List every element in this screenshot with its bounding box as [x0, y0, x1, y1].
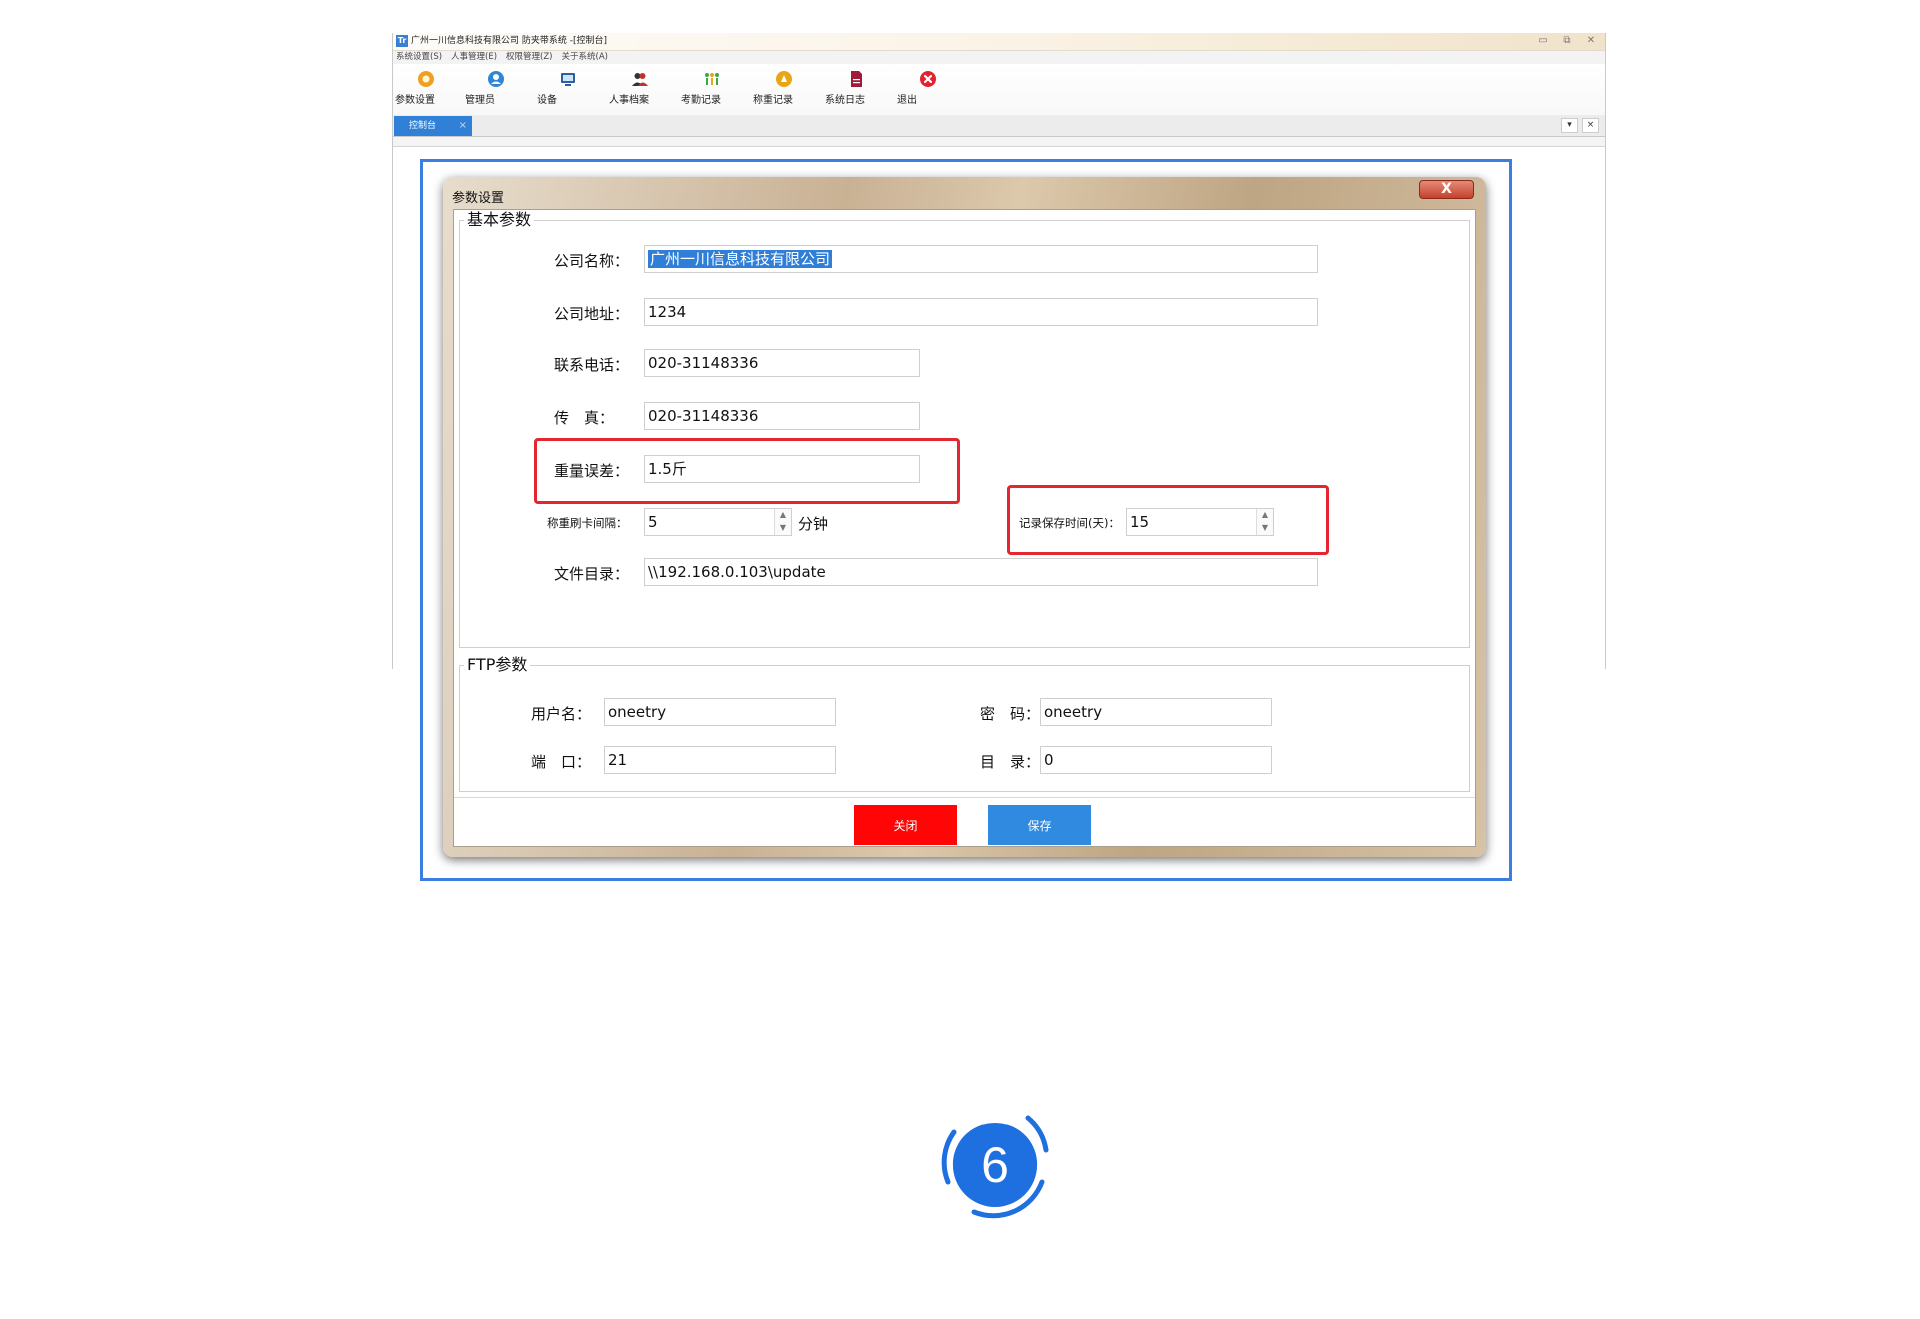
window-controls: ▭ ⧉ ✕	[1535, 34, 1599, 48]
personnel-icon	[632, 73, 648, 86]
record-keep-label: 记录保存时间(天)：	[1019, 516, 1120, 530]
close-button[interactable]: 关闭	[854, 805, 957, 845]
window-title: 广州一川信息科技有限公司 防夹带系统 -[控制台]	[411, 36, 607, 46]
spin-up-icon[interactable]: ▲	[775, 509, 791, 522]
record-keep-field[interactable]: 15 ▲ ▼	[1126, 508, 1274, 536]
admin-icon	[488, 71, 504, 87]
phone-label: 联系电话：	[554, 356, 630, 374]
toolbar-settings-label: 参数设置	[395, 95, 435, 106]
attendance-icon	[705, 73, 719, 85]
settings-dialog: 参数设置 X 基本参数 公司名称： 广州一川信息科技有限公司 公司地址： 123…	[443, 177, 1486, 857]
basic-params-legend: 基本参数	[464, 211, 535, 229]
spin-down-icon[interactable]: ▼	[775, 522, 791, 535]
toolbar-weighing-label: 称重记录	[753, 95, 793, 106]
file-dir-label: 文件目录：	[554, 565, 630, 583]
ftp-password-field[interactable]: oneetry	[1040, 698, 1272, 726]
toolbar-weighing-button[interactable]: 称重记录	[753, 70, 815, 106]
app-logo-icon: Tr	[396, 35, 408, 47]
exit-icon	[920, 71, 936, 87]
record-keep-spinner[interactable]: ▲ ▼	[1256, 509, 1273, 535]
ftp-username-field[interactable]: oneetry	[604, 698, 836, 726]
dialog-body: 基本参数 公司名称： 广州一川信息科技有限公司 公司地址： 1234 联系电话：…	[453, 209, 1476, 847]
toolbar-exit-label: 退出	[897, 95, 917, 106]
toolbar-attendance-label: 考勤记录	[681, 95, 721, 106]
company-address-label: 公司地址：	[554, 305, 630, 323]
toolbar-personnel-label: 人事档案	[609, 95, 649, 106]
restore-icon[interactable]: ⧉	[1559, 34, 1575, 48]
dialog-footer: 关闭 保存	[454, 797, 1475, 848]
company-name-value: 广州一川信息科技有限公司	[648, 250, 833, 268]
tab-console-label: 控制台	[409, 121, 437, 131]
menu-personnel[interactable]: 人事管理(E)	[451, 51, 497, 64]
settings-icon	[418, 71, 434, 87]
weigh-interval-unit: 分钟	[798, 515, 829, 533]
step-badge: 6	[930, 1100, 1060, 1230]
company-name-field[interactable]: 广州一川信息科技有限公司	[644, 245, 1318, 273]
toolbar-device-label: 设备	[537, 95, 557, 106]
weight-error-field[interactable]: 1.5斤	[644, 455, 920, 483]
toolbar-admin-label: 管理员	[465, 95, 495, 106]
ftp-password-label: 密 码：	[980, 705, 1041, 723]
company-name-label: 公司名称：	[554, 252, 630, 270]
weigh-interval-spinner[interactable]: ▲ ▼	[774, 509, 791, 535]
file-dir-field[interactable]: \\192.168.0.103\update	[644, 558, 1318, 586]
company-address-field[interactable]: 1234	[644, 298, 1318, 326]
weight-error-label: 重量误差：	[554, 462, 630, 480]
toolbar-exit-button[interactable]: 退出	[897, 70, 959, 106]
toolbar-admin-button[interactable]: 管理员	[465, 70, 527, 106]
weighing-icon	[776, 71, 792, 87]
step-number: 6	[981, 1137, 1009, 1193]
weigh-interval-label: 称重刷卡间隔：	[547, 516, 628, 530]
title-bar: Tr 广州一川信息科技有限公司 防夹带系统 -[控制台] ▭ ⧉ ✕	[393, 33, 1605, 51]
fax-field[interactable]: 020-31148336	[644, 402, 920, 430]
log-icon	[851, 71, 862, 87]
tab-close-all-button[interactable]: ×	[1582, 118, 1599, 133]
toolbar-log-button[interactable]: 系统日志	[825, 70, 887, 106]
menu-about[interactable]: 关于系统(A)	[562, 51, 608, 64]
menu-bar: 系统设置(S) 人事管理(E) 权限管理(Z) 关于系统(A)	[393, 51, 1605, 64]
dialog-close-button[interactable]: X	[1419, 180, 1474, 199]
menu-system-settings[interactable]: 系统设置(S)	[396, 51, 442, 64]
save-button[interactable]: 保存	[988, 805, 1091, 845]
ftp-username-label: 用户名：	[531, 705, 592, 723]
monitor-icon	[561, 73, 575, 86]
toolbar-attendance-button[interactable]: 考勤记录	[681, 70, 743, 106]
tab-bar: 控制台 × ▾ ×	[393, 115, 1605, 137]
close-window-icon[interactable]: ✕	[1583, 34, 1599, 48]
tab-close-icon[interactable]: ×	[459, 116, 467, 136]
spin-up-icon[interactable]: ▲	[1257, 509, 1273, 522]
toolbar-device-button[interactable]: 设备	[537, 70, 599, 106]
tab-list-dropdown-button[interactable]: ▾	[1561, 118, 1578, 133]
weigh-interval-field[interactable]: 5 ▲ ▼	[644, 508, 792, 536]
toolbar-personnel-button[interactable]: 人事档案	[609, 70, 671, 106]
toolbar-settings-button[interactable]: 参数设置	[395, 70, 457, 106]
dialog-title: 参数设置	[452, 191, 505, 206]
fax-label: 传 真：	[554, 409, 615, 427]
tab-console[interactable]: 控制台 ×	[394, 116, 472, 136]
ftp-port-field[interactable]: 21	[604, 746, 836, 774]
spin-down-icon[interactable]: ▼	[1257, 522, 1273, 535]
toolbar-log-label: 系统日志	[825, 95, 865, 106]
ftp-params-legend: FTP参数	[464, 656, 531, 674]
minimize-icon[interactable]: ▭	[1535, 34, 1551, 48]
phone-field[interactable]: 020-31148336	[644, 349, 920, 377]
weigh-interval-value: 5	[648, 513, 658, 531]
ftp-port-label: 端 口：	[531, 753, 592, 771]
record-keep-value: 15	[1130, 513, 1150, 531]
menu-permissions[interactable]: 权限管理(Z)	[506, 51, 552, 64]
ftp-directory-label: 目 录：	[980, 753, 1041, 771]
ftp-directory-field[interactable]: 0	[1040, 746, 1272, 774]
